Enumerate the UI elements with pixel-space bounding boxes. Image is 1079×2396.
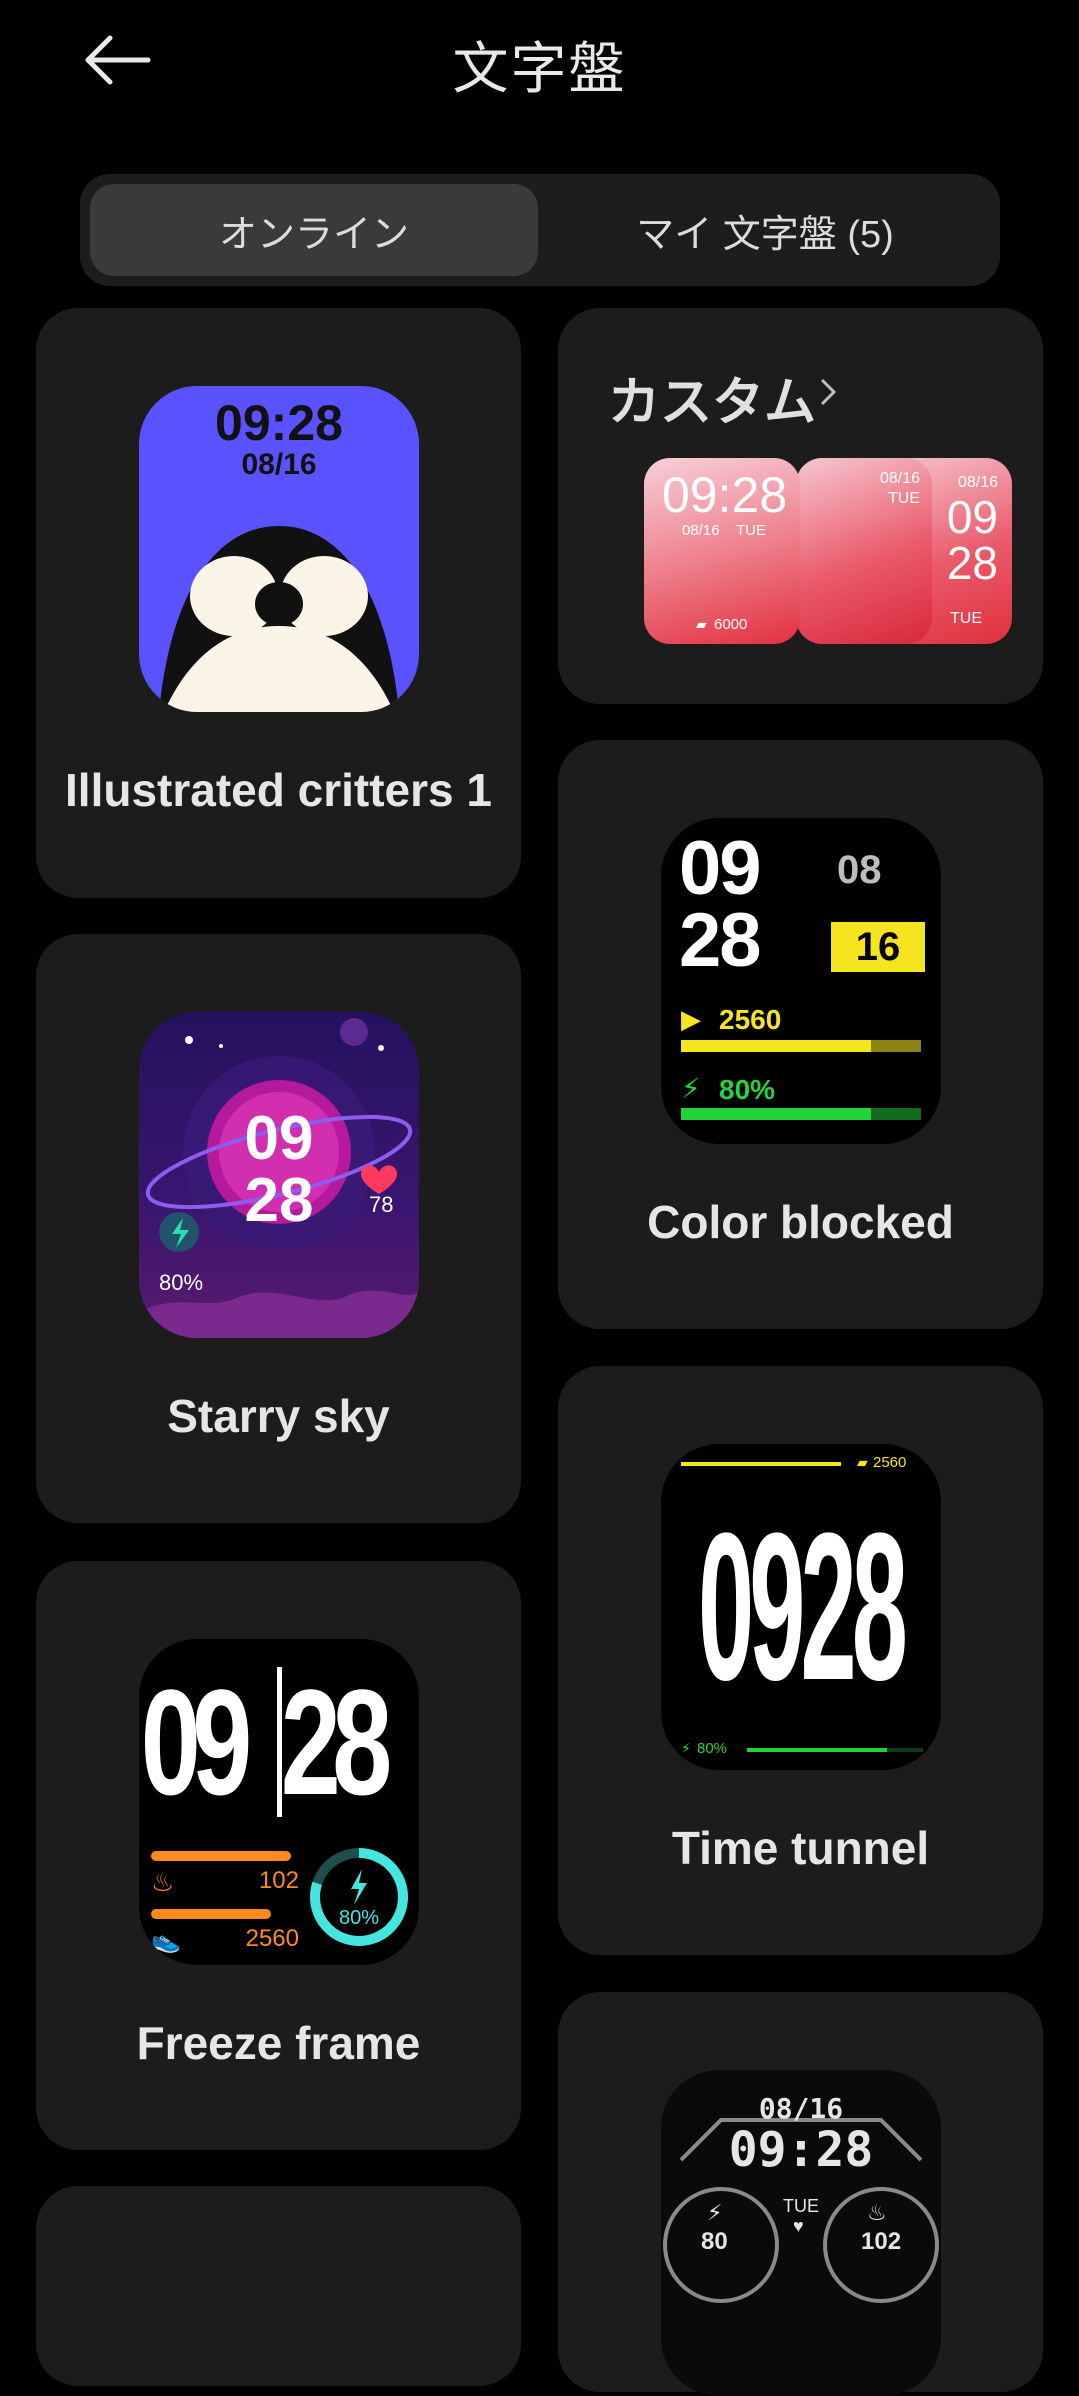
watchface-card-freeze-frame[interactable]: 09 28 ♨ 102 👟 2560 80% Freeze frame <box>36 1561 521 2150</box>
lightning-icon: ⚡ <box>681 1073 701 1104</box>
preview-hour: 09 <box>140 1657 252 1826</box>
preview-hour: 09 <box>679 826 762 911</box>
tab-my-watchfaces[interactable]: マイ 文字盤 (5) <box>540 184 990 276</box>
battery-bar-fill <box>747 1748 887 1752</box>
preview-date: 08/16 <box>758 2092 844 2125</box>
chevron-right-icon <box>820 378 837 406</box>
watchface-name: Color blocked <box>647 1196 954 1248</box>
watchface-preview: 09 28 ♨ 102 👟 2560 80% <box>139 1639 419 1965</box>
watchface-name: Illustrated critters 1 <box>65 764 492 816</box>
preview-digits-wrap: 0928 <box>661 1484 941 1730</box>
lightning-icon: ⚡ <box>707 2200 723 2225</box>
battery-bar-fill <box>681 1108 871 1120</box>
preview-month: 08 <box>837 848 882 892</box>
preview-battery: 80% <box>719 1074 776 1105</box>
preview-battery: 80 <box>701 2228 728 2255</box>
preview-date: 08/16 <box>241 448 317 481</box>
preview-calories: 102 <box>861 2228 902 2255</box>
shoe-icon: ▰ <box>857 1454 868 1470</box>
watchface-preview: 09 28 78 80% <box>139 1012 419 1338</box>
shoe-icon: 👟 <box>151 1927 181 1954</box>
custom-time: 09:28 <box>662 467 788 523</box>
penguin-icon <box>159 526 399 712</box>
custom-steps: 6000 <box>714 616 748 633</box>
header: 文字盤 <box>0 0 1079 130</box>
shoe-icon: ▰ <box>696 616 707 632</box>
preview-minute: 28 <box>679 898 762 983</box>
tab-online[interactable]: オンライン <box>90 184 538 276</box>
preview-weekday: TUE <box>783 2196 819 2216</box>
lightning-icon: ⚡ <box>681 1740 691 1756</box>
custom-preview-middle: 08/16 TUE <box>796 458 932 644</box>
watchface-name: Time tunnel <box>671 1822 930 1874</box>
preview-minute: 28 <box>280 1657 392 1826</box>
battery-ring-icon <box>310 1848 408 1946</box>
fire-icon: ♨ <box>867 2200 887 2225</box>
preview-battery: 80% <box>697 1740 728 1757</box>
preview-battery: 80% <box>159 1270 204 1295</box>
fire-icon: ♨ <box>151 1867 175 1897</box>
steps-bar <box>681 1462 841 1466</box>
custom-date: 08/16 <box>682 522 720 539</box>
preview-steps: 2560 <box>873 1454 907 1471</box>
watchface-preview: 08/16 09:28 TUE ♥ ⚡ 80 ♨ 102 <box>661 2070 941 2396</box>
steps-bar <box>151 1909 271 1919</box>
watchface-name: Starry sky <box>167 1390 390 1442</box>
preview-calories: 102 <box>258 1867 299 1894</box>
watchface-card-partial[interactable]: 08/16 09:28 TUE ♥ ⚡ 80 ♨ 102 <box>558 1992 1043 2396</box>
preview-heart-rate: 78 <box>369 1192 394 1217</box>
watchface-preview: 09 28 08 16 ▶ 2560 ⚡ 80% <box>661 818 941 1144</box>
preview-steps: 2560 <box>719 1004 782 1035</box>
watchface-card-illustrated-critters[interactable]: 09:28 08/16 Illustrated critters 1 <box>36 308 521 898</box>
calorie-bar <box>151 1851 291 1861</box>
steps-bar-fill <box>681 1040 871 1052</box>
watchface-card-color-blocked[interactable]: 09 28 08 16 ▶ 2560 ⚡ 80% Color blocked <box>558 740 1043 1329</box>
watchface-card-time-tunnel[interactable]: ▰ 2560 0928 ⚡ 80% Time tunnel <box>558 1366 1043 1955</box>
preview-day: 16 <box>831 922 925 972</box>
watchface-card-partial[interactable] <box>36 2186 521 2386</box>
preview-battery: 80% <box>338 1907 380 1929</box>
preview-steps: 2560 <box>245 1925 299 1952</box>
page-title: 文字盤 <box>452 37 627 100</box>
preview-time: 09:28 <box>728 2122 874 2178</box>
shoe-icon: ▶ <box>681 1004 701 1034</box>
custom-weekday: TUE <box>736 522 766 539</box>
watchface-preview: 09:28 08/16 <box>139 386 419 712</box>
watchface-card-starry-sky[interactable]: 09 28 78 80% Starry sky <box>36 934 521 1523</box>
preview-time: 09:28 <box>215 395 343 451</box>
custom-watchface-card[interactable]: カスタム 08/16 09 28 TUE 08/16 TUE 09:28 08/… <box>558 308 1043 704</box>
custom-title: カスタム <box>608 374 817 432</box>
tab-switcher: オンライン マイ 文字盤 (5) <box>80 174 1000 286</box>
custom-preview-front: 09:28 08/16 TUE ▰ 6000 <box>644 458 800 644</box>
heart-icon: ♥ <box>793 2216 804 2236</box>
watchface-preview: ▰ 2560 0928 ⚡ 80% <box>661 1444 941 1770</box>
preview-digits: 0928 <box>698 1489 908 1724</box>
preview-hour: 09 <box>244 1104 314 1173</box>
watchface-name: Freeze frame <box>136 2017 421 2069</box>
